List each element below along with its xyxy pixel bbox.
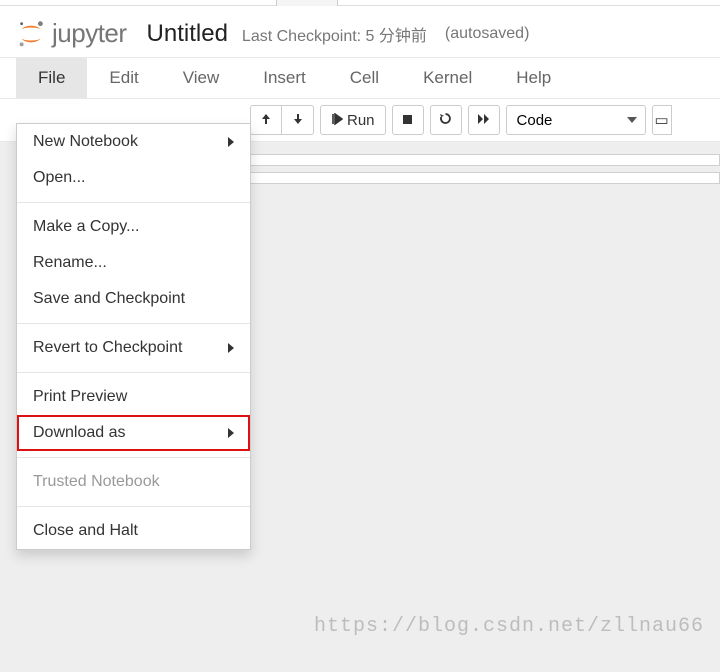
submenu-arrow-icon: [228, 428, 234, 438]
move-down-button[interactable]: [282, 105, 314, 135]
submenu-arrow-icon: [228, 137, 234, 147]
window-topbar: [0, 0, 720, 6]
menu-divider: [17, 506, 250, 507]
menu-file[interactable]: File: [16, 58, 87, 98]
watermark-text: https://blog.csdn.net/zllnau66: [314, 615, 704, 638]
menu-item-label: Make a Copy...: [33, 218, 139, 236]
menu-item-label: Save and Checkpoint: [33, 290, 185, 308]
move-up-button[interactable]: [250, 105, 282, 135]
menu-cell[interactable]: Cell: [328, 58, 401, 98]
cell-type-select[interactable]: Code: [506, 105, 646, 135]
run-icon: [331, 112, 343, 129]
jupyter-icon: [16, 19, 46, 49]
menu-divider: [17, 372, 250, 373]
menu-revert-checkpoint[interactable]: Revert to Checkpoint: [17, 330, 250, 366]
checkpoint-status: Last Checkpoint: 5 分钟前: [242, 22, 427, 46]
menu-divider: [17, 457, 250, 458]
menu-item-label: Download as: [33, 424, 126, 442]
menu-insert[interactable]: Insert: [241, 58, 328, 98]
arrow-up-icon: [260, 112, 272, 129]
menu-item-label: Trusted Notebook: [33, 473, 160, 491]
menu-item-label: Revert to Checkpoint: [33, 339, 182, 357]
cell-placeholder[interactable]: [250, 154, 720, 166]
menu-item-label: Open...: [33, 169, 85, 187]
jupyter-logo-text: jupyter: [52, 18, 127, 49]
menu-view[interactable]: View: [161, 58, 242, 98]
menu-item-label: New Notebook: [33, 133, 138, 151]
menubar: File Edit View Insert Cell Kernel Help: [0, 57, 720, 99]
file-dropdown: New Notebook Open... Make a Copy... Rena…: [16, 123, 251, 550]
jupyter-logo[interactable]: jupyter: [16, 18, 127, 49]
menu-kernel[interactable]: Kernel: [401, 58, 494, 98]
menu-trusted-notebook: Trusted Notebook: [17, 464, 250, 500]
autosaved-status: (autosaved): [445, 25, 530, 43]
menu-make-copy[interactable]: Make a Copy...: [17, 209, 250, 245]
menu-edit[interactable]: Edit: [87, 58, 160, 98]
fast-forward-icon: [477, 112, 490, 129]
arrow-down-icon: [292, 112, 304, 129]
cell-placeholder[interactable]: [250, 172, 720, 184]
menu-save-checkpoint[interactable]: Save and Checkpoint: [17, 281, 250, 317]
keyboard-icon: ▭: [655, 111, 669, 129]
menu-item-label: Print Preview: [33, 388, 127, 406]
restart-icon: [439, 112, 452, 129]
submenu-arrow-icon: [228, 343, 234, 353]
menu-help[interactable]: Help: [494, 58, 573, 98]
menu-divider: [17, 202, 250, 203]
notebook-header: jupyter Untitled Last Checkpoint: 5 分钟前 …: [0, 6, 720, 57]
restart-button[interactable]: [430, 105, 462, 135]
run-label: Run: [347, 112, 375, 129]
menu-rename[interactable]: Rename...: [17, 245, 250, 281]
interrupt-button[interactable]: [392, 105, 424, 135]
run-button[interactable]: Run: [320, 105, 386, 135]
menu-download-as[interactable]: Download as: [17, 415, 250, 451]
menu-print-preview[interactable]: Print Preview: [17, 379, 250, 415]
command-palette-button[interactable]: ▭: [652, 105, 672, 135]
menu-item-label: Rename...: [33, 254, 107, 272]
restart-run-all-button[interactable]: [468, 105, 500, 135]
menu-close-halt[interactable]: Close and Halt: [17, 513, 250, 549]
stop-icon: [402, 112, 413, 129]
menu-open[interactable]: Open...: [17, 160, 250, 196]
menu-new-notebook[interactable]: New Notebook: [17, 124, 250, 160]
notebook-title[interactable]: Untitled: [147, 20, 228, 48]
menu-item-label: Close and Halt: [33, 522, 138, 540]
menu-divider: [17, 323, 250, 324]
